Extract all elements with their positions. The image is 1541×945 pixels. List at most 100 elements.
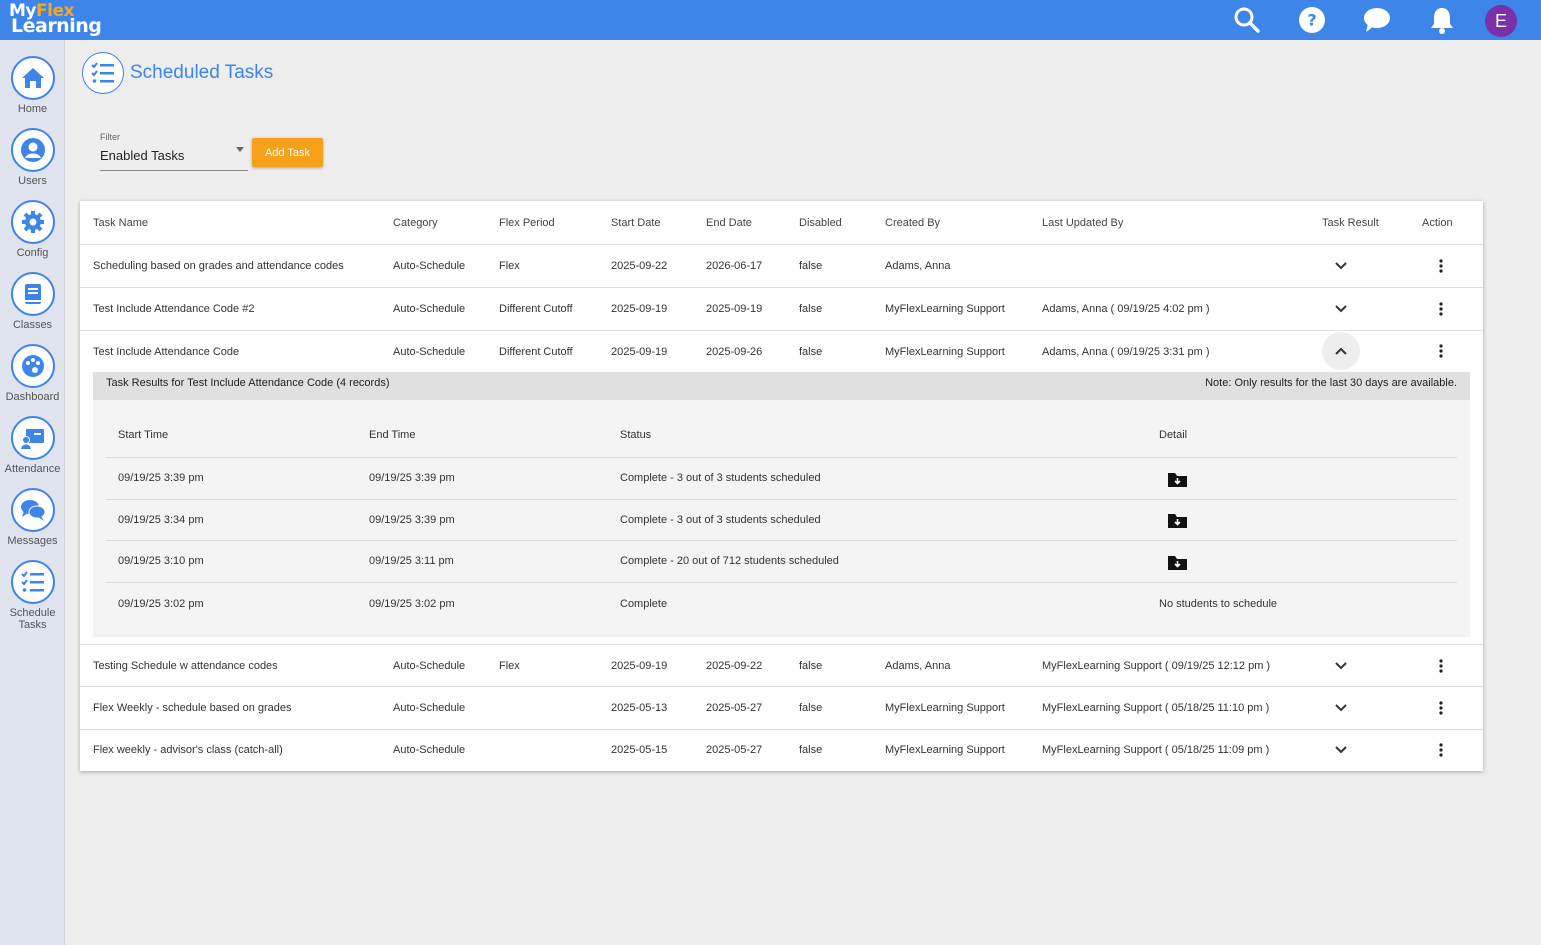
kebab-menu-icon[interactable] — [1431, 740, 1451, 760]
col-task-result: Task Result — [1322, 217, 1379, 229]
kebab-menu-icon[interactable] — [1431, 256, 1451, 276]
result-detail: No students to schedule — [1159, 598, 1278, 610]
table-row[interactable]: Testing Schedule w attendance codes Auto… — [80, 644, 1483, 687]
expand-chevron-down-icon[interactable] — [1322, 689, 1360, 727]
user-icon — [20, 138, 45, 162]
task-end-date: 2026-06-17 — [706, 260, 763, 272]
result-start-time: 09/19/25 3:39 pm — [118, 472, 204, 484]
result-row: 09/19/25 3:02 pm 09/19/25 3:02 pm Comple… — [106, 583, 1457, 627]
result-row: 09/19/25 3:34 pm 09/19/25 3:39 pm Comple… — [106, 500, 1457, 541]
table-row[interactable]: Flex Weekly - schedule based on grades A… — [80, 687, 1483, 730]
col-flex-period: Flex Period — [499, 217, 555, 229]
col-category: Category — [393, 217, 438, 229]
task-end-date: 2025-05-27 — [706, 702, 763, 714]
task-name: Flex weekly - advisor's class (catch-all… — [93, 744, 283, 756]
task-start-date: 2025-09-19 — [611, 346, 668, 358]
task-created-by: MyFlexLearning Support — [885, 303, 1005, 315]
top-bar: MyFlex Learning ? E — [0, 0, 1541, 40]
task-flex-period: Different Cutoff — [499, 346, 573, 358]
download-folder-icon[interactable] — [1168, 472, 1187, 493]
task-end-date: 2025-09-22 — [706, 660, 763, 672]
col-detail: Detail — [1159, 429, 1188, 441]
task-name: Test Include Attendance Code — [93, 346, 240, 358]
task-created-by: MyFlexLearning Support — [885, 702, 1005, 714]
task-created-by: Adams, Anna — [885, 660, 951, 672]
chat-icon[interactable] — [1362, 5, 1392, 35]
task-category: Auto-Schedule — [393, 744, 466, 756]
search-icon[interactable] — [1232, 5, 1262, 35]
add-task-button[interactable]: Add Task — [252, 138, 323, 167]
task-created-by: Adams, Anna — [885, 260, 951, 272]
sidebar-label-dashboard: Dashboard — [5, 391, 60, 403]
sidebar-item-dashboard[interactable]: Dashboard — [0, 344, 65, 403]
expand-chevron-down-icon[interactable] — [1322, 731, 1360, 769]
result-row: 09/19/25 3:39 pm 09/19/25 3:39 pm Comple… — [106, 458, 1457, 500]
expand-chevron-down-icon[interactable] — [1322, 647, 1360, 685]
sidebar-item-home[interactable]: Home — [0, 56, 65, 115]
sidebar-label-users: Users — [18, 175, 47, 187]
task-start-date: 2025-09-22 — [611, 260, 668, 272]
expand-chevron-down-icon[interactable] — [1322, 290, 1360, 328]
table-row[interactable]: Flex weekly - advisor's class (catch-all… — [80, 730, 1483, 771]
task-disabled: false — [799, 346, 823, 358]
messages-icon — [20, 500, 45, 521]
table-row[interactable]: Scheduling based on grades and attendanc… — [80, 245, 1483, 288]
table-row-expanded[interactable]: Test Include Attendance Code Auto-Schedu… — [80, 331, 1483, 372]
download-folder-icon[interactable] — [1168, 513, 1187, 534]
page-title: Scheduled Tasks — [130, 62, 274, 83]
task-start-date: 2025-05-13 — [611, 702, 668, 714]
task-end-date: 2025-09-19 — [706, 303, 763, 315]
help-icon[interactable]: ? — [1297, 5, 1327, 35]
task-name: Test Include Attendance Code #2 — [93, 303, 255, 315]
sidebar-item-messages[interactable]: Messages — [0, 488, 65, 547]
sidebar-label-schedule: Schedule — [9, 607, 56, 619]
task-created-by: MyFlexLearning Support — [885, 744, 1005, 756]
task-start-date: 2025-05-15 — [611, 744, 668, 756]
sidebar-item-attendance[interactable]: Attendance — [0, 416, 65, 475]
sidebar-item-config[interactable]: Config — [0, 200, 65, 259]
task-last-updated: MyFlexLearning Support ( 05/18/25 11:10 … — [1042, 702, 1270, 714]
task-name: Testing Schedule w attendance codes — [93, 660, 278, 672]
task-flex-period: Flex — [499, 260, 520, 272]
col-end-time: End Time — [369, 429, 416, 441]
expand-chevron-down-icon[interactable] — [1322, 247, 1360, 285]
kebab-menu-icon[interactable] — [1431, 341, 1451, 361]
sidebar-item-schedule-tasks[interactable]: Schedule Tasks — [0, 560, 65, 631]
result-start-time: 09/19/25 3:34 pm — [118, 514, 204, 526]
avatar[interactable]: E — [1485, 5, 1517, 37]
sidebar-item-classes[interactable]: Classes — [0, 272, 65, 331]
sidebar-label-classes: Classes — [12, 319, 53, 331]
app-logo[interactable]: MyFlex Learning — [9, 1, 102, 39]
col-task-name: Task Name — [93, 217, 149, 229]
filter-select[interactable]: Filter Enabled Tasks — [100, 131, 248, 171]
col-disabled: Disabled — [799, 217, 842, 229]
result-status: Complete - 3 out of 3 students scheduled — [620, 472, 821, 484]
bell-icon[interactable] — [1427, 5, 1457, 35]
page-checklist-icon — [82, 52, 124, 94]
sidebar-item-users[interactable]: Users — [0, 128, 65, 187]
col-start-date: Start Date — [611, 217, 661, 229]
table-row[interactable]: Test Include Attendance Code #2 Auto-Sch… — [80, 288, 1483, 331]
task-name: Flex Weekly - schedule based on grades — [93, 702, 292, 714]
presentation-icon — [20, 429, 44, 449]
result-start-time: 09/19/25 3:02 pm — [118, 598, 204, 610]
task-disabled: false — [799, 260, 823, 272]
col-status: Status — [620, 429, 652, 441]
table-header: Task Name Category Flex Period Start Dat… — [80, 201, 1483, 245]
kebab-menu-icon[interactable] — [1431, 656, 1451, 676]
col-end-date: End Date — [706, 217, 752, 229]
checklist-icon — [20, 571, 44, 592]
kebab-menu-icon[interactable] — [1431, 698, 1451, 718]
collapse-chevron-up-icon[interactable] — [1322, 332, 1360, 370]
download-folder-icon[interactable] — [1168, 555, 1187, 576]
tasks-table: Task Name Category Flex Period Start Dat… — [80, 201, 1483, 771]
task-flex-period: Different Cutoff — [499, 303, 573, 315]
result-end-time: 09/19/25 3:39 pm — [369, 514, 455, 526]
task-category: Auto-Schedule — [393, 346, 466, 358]
kebab-menu-icon[interactable] — [1431, 299, 1451, 319]
sidebar-label-messages: Messages — [7, 535, 58, 547]
task-start-date: 2025-09-19 — [611, 303, 668, 315]
task-flex-period: Flex — [499, 660, 520, 672]
result-row: 09/19/25 3:10 pm 09/19/25 3:11 pm Comple… — [106, 541, 1457, 583]
task-name: Scheduling based on grades and attendanc… — [93, 260, 344, 272]
